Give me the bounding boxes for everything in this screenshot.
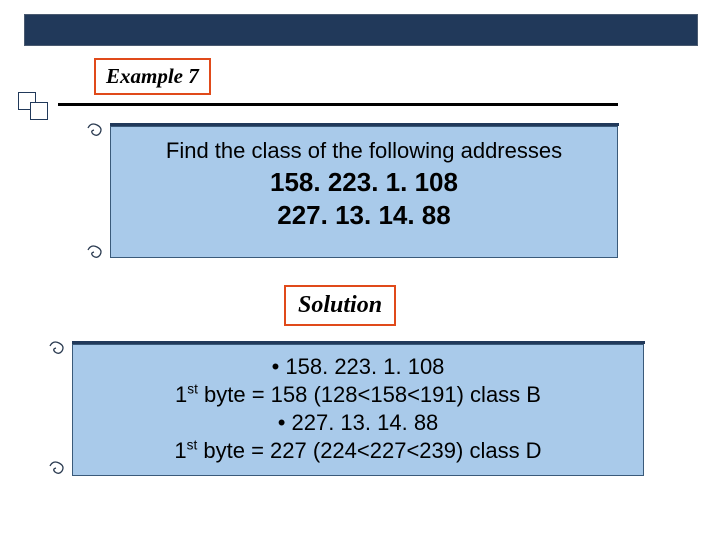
solution-line1: • 158. 223. 1. 108 (73, 353, 643, 381)
square-icon (30, 102, 48, 120)
problem-content: Find the class of the following addresse… (111, 127, 617, 233)
slide: Example 7 Find the class of the followin… (0, 0, 720, 540)
ordinal-suffix: st (187, 438, 198, 453)
ordinal-num: 1 (174, 438, 186, 463)
ordinal-suffix: st (187, 382, 198, 397)
problem-prompt: Find the class of the following addresse… (111, 137, 617, 166)
solution-content: • 158. 223. 1. 108 1st byte = 158 (128<1… (73, 345, 643, 466)
example-label-box: Example 7 (94, 58, 211, 95)
example-label: Example 7 (106, 64, 199, 88)
solution-box: • 158. 223. 1. 108 1st byte = 158 (128<1… (72, 344, 644, 476)
solution-text: byte = 158 (128<158<191) class B (198, 382, 541, 407)
solution-label: Solution (298, 292, 382, 318)
solution-label-box: Solution (284, 285, 396, 326)
solution-line4: 1st byte = 227 (224<227<239) class D (73, 437, 643, 465)
box-top-border (110, 123, 619, 126)
solution-line2: 1st byte = 158 (128<158<191) class B (73, 381, 643, 409)
problem-addr2: 227. 13. 14. 88 (111, 199, 617, 233)
solution-text: byte = 227 (224<227<239) class D (197, 438, 541, 463)
ordinal-num: 1 (175, 382, 187, 407)
problem-addr1: 158. 223. 1. 108 (111, 166, 617, 200)
bullet-decoration (10, 92, 50, 122)
box-top-border (72, 341, 645, 344)
horizontal-rule (58, 103, 618, 106)
title-bar (24, 14, 698, 46)
solution-line3: • 227. 13. 14. 88 (73, 409, 643, 437)
problem-box: Find the class of the following addresse… (110, 126, 618, 258)
